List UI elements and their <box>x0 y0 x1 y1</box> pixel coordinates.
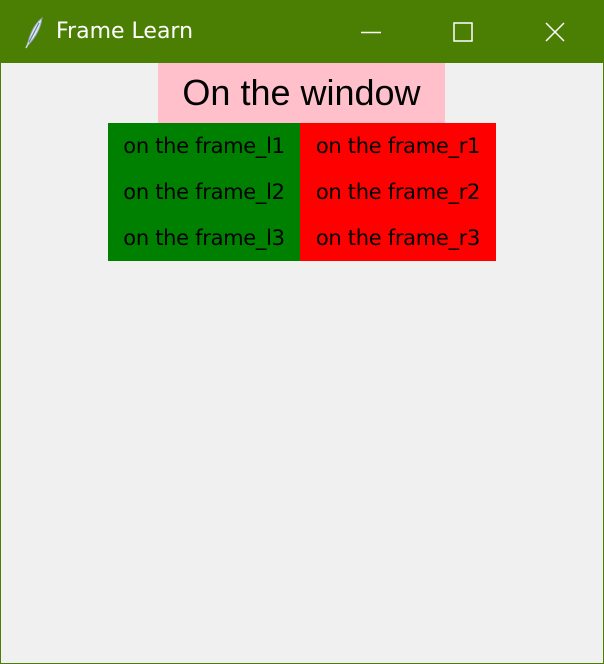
frame-r2-label: on the frame_r2 <box>315 180 481 204</box>
frame-r3-label: on the frame_r3 <box>315 226 481 250</box>
client-area: On the window on the frame_l1 on the fra… <box>1 63 603 663</box>
feather-icon <box>23 15 45 49</box>
left-frame: on the frame_l1 on the frame_l2 on the f… <box>108 123 300 261</box>
close-button[interactable] <box>509 1 601 63</box>
app-window: Frame Learn On the window on the frame_l… <box>0 0 604 664</box>
frame-l2-label: on the frame_l2 <box>123 180 285 204</box>
frame-l3-label: on the frame_l3 <box>123 226 285 250</box>
maximize-button[interactable] <box>417 1 509 63</box>
frame-l1-label: on the frame_l1 <box>123 134 285 158</box>
title-bar[interactable]: Frame Learn <box>1 1 603 63</box>
window-label: On the window <box>158 63 445 123</box>
right-frame: on the frame_r1 on the frame_r2 on the f… <box>300 123 496 261</box>
window-title: Frame Learn <box>56 19 194 44</box>
minimize-button[interactable] <box>325 1 417 63</box>
frame-r1-label: on the frame_r1 <box>315 134 481 158</box>
